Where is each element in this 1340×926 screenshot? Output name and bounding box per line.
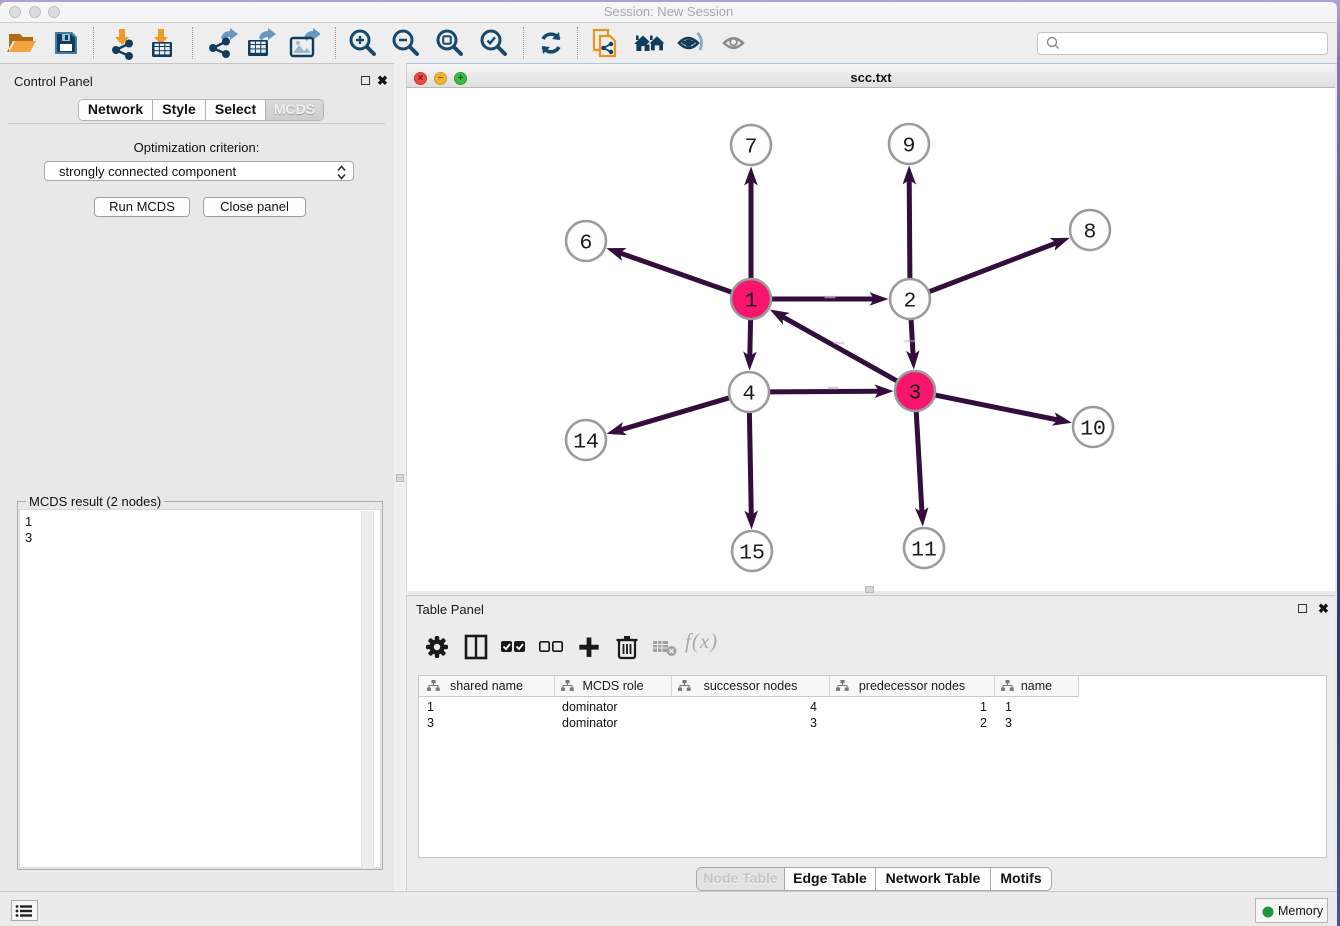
- svg-text:3: 3: [909, 382, 922, 406]
- svg-text:2: 2: [904, 290, 917, 314]
- svg-text:4: 4: [743, 383, 756, 407]
- svg-text:7: 7: [745, 136, 758, 160]
- svg-text:10: 10: [1080, 418, 1106, 442]
- svg-text:15: 15: [739, 542, 765, 566]
- svg-text:8: 8: [1084, 221, 1097, 245]
- svg-text:14: 14: [573, 431, 599, 455]
- svg-text:9: 9: [903, 135, 916, 159]
- svg-text:11: 11: [911, 539, 937, 563]
- svg-text:1: 1: [745, 290, 758, 314]
- svg-text:6: 6: [580, 232, 593, 256]
